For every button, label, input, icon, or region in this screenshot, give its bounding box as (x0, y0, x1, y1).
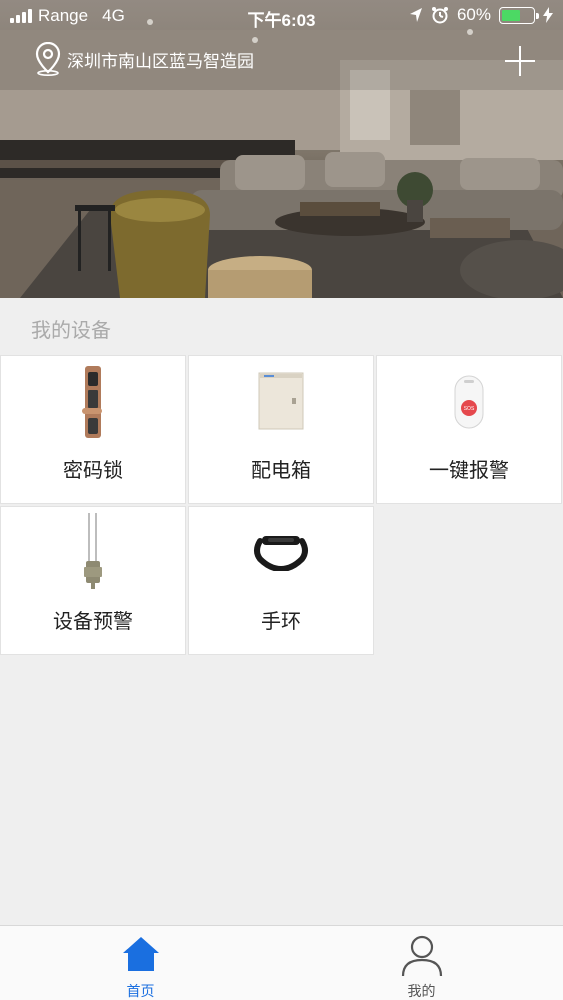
device-label: 配电箱 (251, 458, 311, 482)
location-pin-icon (35, 42, 61, 76)
sos-button-icon: SOS (454, 375, 484, 429)
location-selector[interactable]: 深圳市南山区蓝马智造园 (35, 42, 254, 76)
user-icon (401, 935, 442, 977)
battery-icon (499, 6, 539, 24)
device-card-lock[interactable]: 密码锁 (0, 355, 186, 504)
add-device-button[interactable] (505, 46, 535, 76)
tab-home[interactable]: 首页 (0, 926, 281, 1000)
device-card-wristband[interactable]: 手环 (188, 506, 374, 655)
device-card-sos[interactable]: SOS 一键报警 (376, 355, 562, 504)
svg-text:SOS: SOS (464, 406, 475, 412)
hero-banner: Range 4G 下午6:03 60% 深圳市南山区蓝马智造园 (0, 0, 563, 298)
section-title: 我的设备 (31, 318, 111, 342)
tab-mine[interactable]: 我的 (281, 926, 562, 1000)
device-label: 设备预警 (53, 609, 133, 633)
home-icon (122, 937, 159, 971)
smart-lock-icon (82, 366, 102, 438)
distribution-box-icon (258, 372, 304, 430)
location-text: 深圳市南山区蓝马智造园 (67, 51, 254, 72)
charging-icon (543, 7, 553, 23)
device-card-sensor[interactable]: 设备预警 (0, 506, 186, 655)
status-bar: Range 4G 下午6:03 60% (0, 0, 563, 34)
battery-percent: 60% (456, 5, 491, 24)
tab-mine-label: 我的 (407, 984, 436, 1000)
location-arrow-icon (409, 8, 422, 22)
device-label: 手环 (261, 609, 301, 633)
wristband-icon (254, 536, 308, 571)
sensor-icon (84, 513, 102, 589)
device-card-distribution-box[interactable]: 配电箱 (188, 355, 374, 504)
tab-bar: 首页 我的 (0, 925, 563, 1000)
device-label: 密码锁 (63, 458, 123, 482)
alarm-clock-icon (431, 7, 448, 24)
tab-home-label: 首页 (126, 984, 155, 1000)
device-label: 一键报警 (429, 458, 509, 482)
